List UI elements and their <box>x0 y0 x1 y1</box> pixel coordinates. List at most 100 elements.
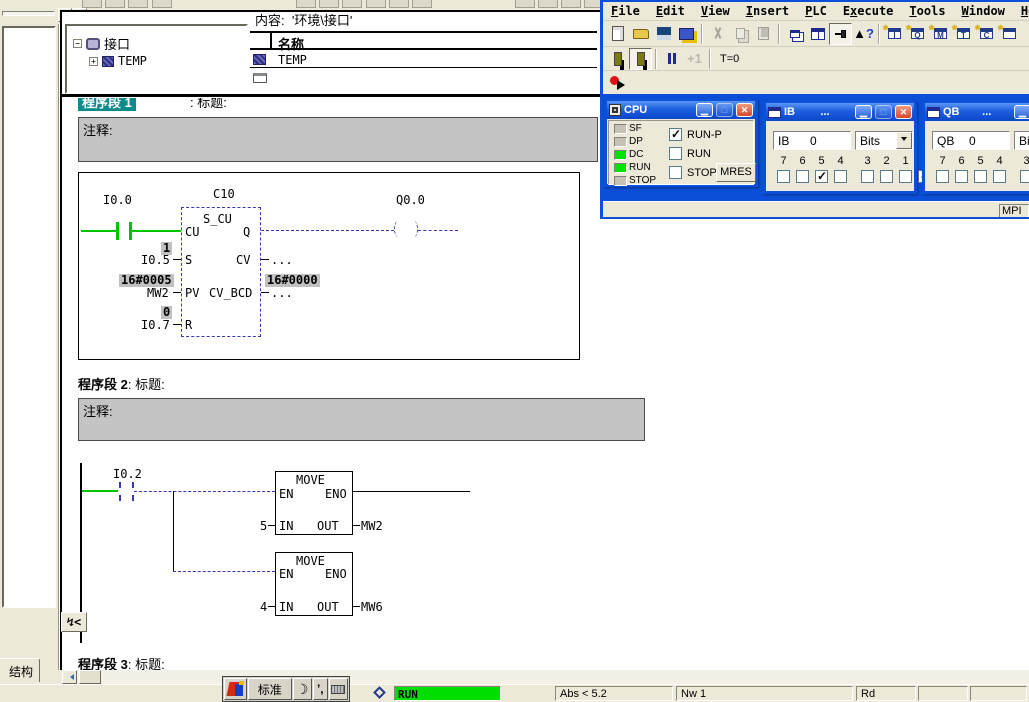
move2-out-operand[interactable]: MW6 <box>361 601 383 613</box>
menu-edit[interactable]: Edit <box>648 3 693 19</box>
menu-insert[interactable]: Insert <box>738 3 797 19</box>
overview-toggle-button[interactable]: ↯< <box>61 612 87 632</box>
copy-button[interactable] <box>729 23 752 45</box>
bit-checkbox[interactable] <box>796 170 809 183</box>
context-help-button[interactable]: ▲? <box>852 23 875 45</box>
menu-help[interactable]: Help <box>1013 3 1029 19</box>
cpu-mode-run-p[interactable]: RUN-P <box>669 125 722 144</box>
bit-checkbox[interactable] <box>899 170 912 183</box>
move1-in-value[interactable]: 5 <box>260 520 267 532</box>
plus-one-button[interactable]: +1 <box>683 48 706 70</box>
pv-operand[interactable]: MW2 <box>147 287 169 299</box>
bit-checkbox[interactable] <box>974 170 987 183</box>
qb-title-bar[interactable]: QB ... ▁ □ ✕ <box>925 103 1029 121</box>
minimize-button[interactable]: ▁ <box>855 105 872 119</box>
contact-bar-icon[interactable] <box>119 482 121 501</box>
maximize-button[interactable]: □ <box>875 105 892 119</box>
ib-title-bar[interactable]: IB ... ▁ □ ✕ <box>766 103 914 121</box>
insert-C-variable-button[interactable]: C* <box>975 23 998 45</box>
save-button[interactable] <box>652 23 675 45</box>
cpu-mode-stop[interactable]: STOP <box>669 163 722 182</box>
close-icon[interactable]: ✕ <box>736 103 753 117</box>
contact-bar-icon[interactable] <box>116 222 119 240</box>
paste-button[interactable] <box>752 23 775 45</box>
network2-comment[interactable]: 注释: <box>78 398 645 441</box>
contact-operand[interactable]: I0.0 <box>103 194 132 206</box>
insert-generic-variable-button[interactable]: * <box>998 23 1021 45</box>
checkbox[interactable] <box>669 166 682 179</box>
s-operand[interactable]: I0.5 <box>141 254 170 266</box>
bit-checkbox[interactable] <box>880 170 893 183</box>
download-button[interactable] <box>675 23 698 45</box>
table-row-empty[interactable] <box>250 71 597 87</box>
tree-expand-box[interactable]: + <box>89 57 98 66</box>
scroll-left-button[interactable] <box>62 670 77 684</box>
checkbox[interactable] <box>669 128 682 141</box>
ib-window[interactable]: IB ... ▁ □ ✕ IB 0 Bits 76543210 <box>763 100 917 194</box>
minimize-button[interactable]: ▁ <box>696 103 713 117</box>
open-button[interactable] <box>629 23 652 45</box>
ib-address-field[interactable]: IB 0 <box>773 131 851 150</box>
coil-operand[interactable]: Q0.0 <box>396 194 425 206</box>
bit-checkbox[interactable] <box>993 170 1006 183</box>
menu-view[interactable]: View <box>693 3 738 19</box>
cpu-mode-run[interactable]: RUN <box>669 144 722 163</box>
minimize-button[interactable]: ▁ <box>1014 105 1029 119</box>
coil-icon[interactable] <box>410 221 418 237</box>
move2-in-value[interactable]: 4 <box>260 601 267 613</box>
checkbox[interactable] <box>669 147 682 160</box>
network1-title[interactable]: 程序段 1 : 标题: <box>78 98 478 111</box>
chevron-down-icon[interactable] <box>896 132 912 149</box>
tile-windows-button[interactable] <box>806 23 829 45</box>
cv-value[interactable]: ... <box>271 254 293 266</box>
insert-Q-variable-button[interactable]: Q* <box>906 23 929 45</box>
menu-window[interactable]: Window <box>954 3 1013 19</box>
maximize-button[interactable]: □ <box>716 103 733 117</box>
tab-structure[interactable]: 结构 <box>0 658 40 682</box>
new-button[interactable] <box>606 23 629 45</box>
qb-format-dropdown[interactable]: Bits <box>1014 131 1029 150</box>
ime-toolbar[interactable]: 标准 ☽ ’, <box>222 676 350 702</box>
single-scan-button[interactable] <box>606 48 629 70</box>
qb-address-field[interactable]: QB 0 <box>932 131 1010 150</box>
var-name-cell[interactable]: TEMP <box>278 53 307 67</box>
insert-I-variable-button[interactable]: I* <box>883 23 906 45</box>
menu-file[interactable]: File <box>603 3 648 19</box>
bit-checkbox[interactable] <box>777 170 790 183</box>
ib-format-dropdown[interactable]: Bits <box>855 131 913 150</box>
counter-address[interactable]: C10 <box>213 188 235 200</box>
coil-icon[interactable] <box>394 221 402 237</box>
cpu-title-bar[interactable]: CPU ▁ □ ✕ <box>607 101 755 119</box>
bit-checkbox[interactable] <box>861 170 874 183</box>
horizontal-scrollbar[interactable] <box>62 670 1029 684</box>
tree-item-temp[interactable]: + TEMP <box>89 54 147 68</box>
overview-pane[interactable] <box>2 26 56 608</box>
menu-execute[interactable]: Execute <box>835 3 902 19</box>
cascade-windows-button[interactable] <box>783 23 806 45</box>
cpu-window[interactable]: CPU ▁ □ ✕ SFDPDCRUNSTOP RUN-PRUNSTOP MRE… <box>604 98 758 187</box>
reset-timers-button[interactable]: T=0 <box>714 48 745 70</box>
tree-collapse-box[interactable]: − <box>73 39 82 48</box>
bit-checkbox[interactable] <box>815 170 828 183</box>
tree-item-interface[interactable]: − 接口 <box>73 34 130 53</box>
r-operand[interactable]: I0.7 <box>141 319 170 331</box>
bit-checkbox[interactable] <box>1020 170 1029 183</box>
ime-punctuation-button[interactable]: ’, <box>313 678 328 700</box>
cut-button[interactable] <box>706 23 729 45</box>
bit-checkbox[interactable] <box>955 170 968 183</box>
ime-fullhalf-button[interactable]: ☽ <box>293 678 312 700</box>
network1-rung[interactable]: C10 S_CU I0.0 CU Q S CV PV CV_BCD R 1 I0… <box>78 172 580 360</box>
contact-operand[interactable]: I0.2 <box>113 468 142 480</box>
network2-title[interactable]: 程序段 2: 标题: <box>78 374 165 393</box>
column-header-name[interactable]: 名称 <box>278 34 304 53</box>
table-row[interactable]: TEMP <box>250 52 597 68</box>
menu-plc[interactable]: PLC <box>797 3 835 19</box>
insert-T-variable-button[interactable]: T* <box>952 23 975 45</box>
cv-bcd-value[interactable]: ... <box>271 287 293 299</box>
record-button[interactable] <box>606 71 629 93</box>
qb-window[interactable]: QB ... ▁ □ ✕ QB 0 Bits 76543 <box>922 100 1029 194</box>
pause-button[interactable] <box>660 48 683 70</box>
continuous-scan-button[interactable] <box>629 48 652 70</box>
ime-softkeyboard-button[interactable] <box>329 678 348 700</box>
menu-tools[interactable]: Tools <box>901 3 953 19</box>
